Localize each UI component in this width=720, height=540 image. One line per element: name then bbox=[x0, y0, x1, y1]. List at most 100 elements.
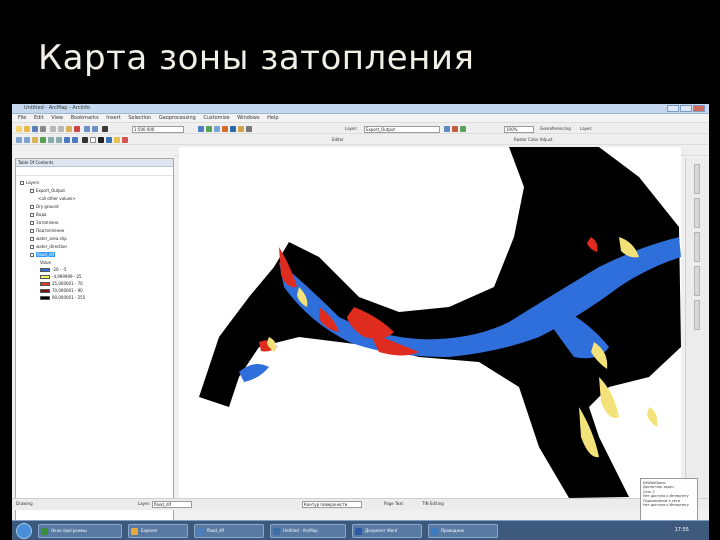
checkbox-icon[interactable] bbox=[30, 229, 34, 233]
taskbar-item[interactable]: flood_dif bbox=[194, 524, 264, 538]
checkbox-icon[interactable] bbox=[30, 221, 34, 225]
cut-icon[interactable] bbox=[50, 126, 56, 132]
taskbar-item[interactable]: Explorer bbox=[128, 524, 188, 538]
toc-layer[interactable]: <all other values> bbox=[38, 195, 76, 202]
hyperlink-icon[interactable] bbox=[114, 137, 120, 143]
menu-view[interactable]: View bbox=[51, 115, 63, 121]
zoom-in-icon[interactable] bbox=[16, 137, 22, 143]
minimize-button[interactable] bbox=[667, 105, 679, 112]
menu-bookmarks[interactable]: Bookmarks bbox=[71, 115, 99, 121]
print-icon[interactable] bbox=[40, 126, 46, 132]
toc-layer-selected[interactable]: flood_dif bbox=[30, 251, 56, 258]
arctoolbox-icon[interactable] bbox=[238, 126, 244, 132]
checkbox-icon[interactable] bbox=[30, 237, 34, 241]
python-icon[interactable] bbox=[246, 126, 252, 132]
delete-icon[interactable] bbox=[74, 126, 80, 132]
add-data-icon[interactable] bbox=[102, 126, 108, 132]
measure-icon[interactable] bbox=[122, 137, 128, 143]
checkbox-icon[interactable] bbox=[30, 245, 34, 249]
search-icon[interactable] bbox=[230, 126, 236, 132]
checkbox-icon[interactable] bbox=[30, 205, 34, 209]
new-icon[interactable] bbox=[16, 126, 22, 132]
rotate-icon[interactable] bbox=[452, 126, 458, 132]
search-tab[interactable] bbox=[694, 198, 700, 228]
toc-layer[interactable]: Подтопление bbox=[30, 227, 64, 234]
shift-icon[interactable] bbox=[460, 126, 466, 132]
select-elements-icon[interactable] bbox=[98, 137, 104, 143]
georef-label[interactable]: Georeferencing bbox=[540, 126, 571, 131]
clear-selection-icon[interactable] bbox=[90, 137, 96, 143]
drawing-menu[interactable]: Drawing bbox=[16, 501, 33, 506]
full-extent-icon[interactable] bbox=[40, 137, 46, 143]
catalog-icon[interactable] bbox=[222, 126, 228, 132]
back-icon[interactable] bbox=[64, 137, 70, 143]
checkbox-icon[interactable] bbox=[30, 213, 34, 217]
app-icon bbox=[41, 528, 48, 535]
checkbox-icon[interactable] bbox=[30, 189, 34, 193]
taskbar-item[interactable]: Документ Word bbox=[352, 524, 422, 538]
catalog-tab[interactable] bbox=[694, 164, 700, 194]
toc-header: Table Of Contents bbox=[16, 159, 173, 167]
editor-label[interactable]: Editor bbox=[332, 137, 344, 142]
toc-layer[interactable]: Затоплено bbox=[30, 219, 59, 226]
taskbar-item[interactable]: Untitled - ArcMap bbox=[270, 524, 346, 538]
tin-editing-menu[interactable]: TIN Editing bbox=[422, 501, 444, 506]
forward-icon[interactable] bbox=[72, 137, 78, 143]
checkbox-icon[interactable] bbox=[30, 253, 34, 257]
create-features-tab[interactable] bbox=[694, 300, 700, 330]
fixed-zoom-in-icon[interactable] bbox=[48, 137, 54, 143]
redo-icon[interactable] bbox=[92, 126, 98, 132]
taskbar-clock[interactable]: 17:55 bbox=[675, 527, 689, 533]
copy-icon[interactable] bbox=[58, 126, 64, 132]
toc-icon[interactable] bbox=[214, 126, 220, 132]
toc-layer[interactable]: water_direction bbox=[30, 243, 67, 250]
paste-icon[interactable] bbox=[66, 126, 72, 132]
toc-layer[interactable]: Вода bbox=[30, 211, 46, 218]
expand-icon[interactable] bbox=[20, 181, 24, 185]
zoom-out-icon[interactable] bbox=[24, 137, 30, 143]
menu-file[interactable]: File bbox=[18, 115, 26, 121]
bottom-layer-select[interactable]: flood_dif bbox=[152, 501, 192, 508]
toc-layer[interactable]: Dry ground bbox=[30, 203, 59, 210]
open-icon[interactable] bbox=[24, 126, 30, 132]
land-region bbox=[199, 147, 681, 498]
taskbar-item[interactable]: Проводник bbox=[428, 524, 498, 538]
surface-select[interactable]: Контур поверхности bbox=[302, 501, 362, 508]
toc-layer[interactable]: Export_Output bbox=[30, 187, 65, 194]
select-features-icon[interactable] bbox=[82, 137, 88, 143]
start-button[interactable] bbox=[16, 523, 32, 539]
scale-field[interactable]: 1:500 000 bbox=[132, 126, 184, 133]
editor-toolbar-icon[interactable] bbox=[198, 126, 204, 132]
menu-selection[interactable]: Selection bbox=[128, 115, 151, 121]
menu-edit[interactable]: Edit bbox=[34, 115, 44, 121]
raster-color-label[interactable]: Raster Color Adjust bbox=[514, 137, 552, 142]
zoom-field[interactable]: 100% bbox=[504, 126, 534, 133]
undo-icon[interactable] bbox=[84, 126, 90, 132]
page-text-menu[interactable]: Page Text bbox=[384, 501, 403, 506]
legend-swatch bbox=[40, 289, 50, 293]
taskbar-item[interactable]: Окно программы bbox=[38, 524, 122, 538]
menu-insert[interactable]: Insert bbox=[106, 115, 120, 121]
save-icon[interactable] bbox=[32, 126, 38, 132]
identify-icon[interactable] bbox=[106, 137, 112, 143]
slide-title: Карта зоны затопления bbox=[38, 38, 475, 78]
explorer-icon bbox=[431, 528, 438, 535]
menu-windows[interactable]: Windows bbox=[237, 115, 259, 121]
table-of-contents: Table Of Contents Layers Export_Output <… bbox=[15, 158, 174, 522]
menu-geoprocessing[interactable]: Geoprocessing bbox=[159, 115, 196, 121]
menu-customize[interactable]: Customize bbox=[203, 115, 229, 121]
toc-layer[interactable]: water_area.shp bbox=[30, 235, 67, 242]
toolbox-tab[interactable] bbox=[694, 232, 700, 262]
close-button[interactable] bbox=[693, 105, 705, 112]
layer-select[interactable]: Export_Output bbox=[364, 126, 440, 133]
table-icon[interactable] bbox=[206, 126, 212, 132]
legend-item: 90,000001 - 255 bbox=[40, 294, 85, 301]
menu-help[interactable]: Help bbox=[267, 115, 278, 121]
toc-root-layers[interactable]: Layers bbox=[20, 179, 39, 186]
maximize-button[interactable] bbox=[680, 105, 692, 112]
map-view[interactable] bbox=[179, 147, 681, 498]
pan-icon[interactable] bbox=[32, 137, 38, 143]
zoom-layer-icon[interactable] bbox=[444, 126, 450, 132]
fixed-zoom-out-icon[interactable] bbox=[56, 137, 62, 143]
results-tab[interactable] bbox=[694, 266, 700, 296]
